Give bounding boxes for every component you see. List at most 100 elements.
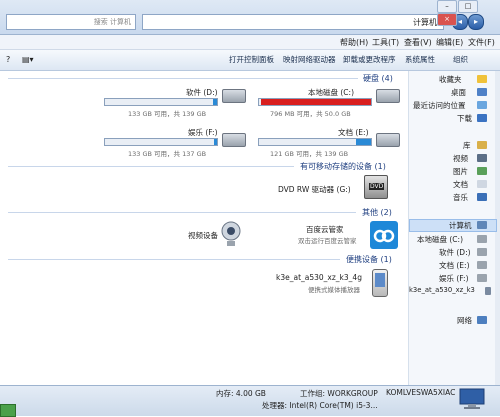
menu-help[interactable]: 帮助(H) bbox=[340, 37, 368, 48]
nav-desktop[interactable]: 桌面 bbox=[451, 87, 466, 98]
phone-icon bbox=[372, 269, 388, 297]
webcam-icon bbox=[220, 221, 242, 247]
favorites-star-icon bbox=[477, 75, 487, 83]
drive-c-icon bbox=[376, 89, 400, 103]
drive-d-usage-bar bbox=[104, 98, 218, 106]
window-controls: – □× bbox=[436, 0, 496, 26]
drive-e-usage-fill bbox=[356, 139, 371, 145]
computer-name: KOMLVESWA5XIAC bbox=[386, 388, 456, 397]
drive-e-name[interactable]: 文档 (E:) bbox=[338, 127, 369, 138]
close-icon[interactable]: × bbox=[437, 13, 457, 26]
drive-c-name[interactable]: 本地磁盘 (C:) bbox=[308, 87, 354, 98]
nav-drive-e[interactable]: 文档 (E:) bbox=[439, 260, 470, 271]
uninstall-button[interactable]: 卸载或更改程序 bbox=[340, 54, 399, 66]
drive-f-usage-fill bbox=[213, 139, 217, 145]
drive-d-usage-fill bbox=[212, 99, 217, 105]
drive-e-space: 121 GB 可用，共 139 GB bbox=[270, 150, 349, 158]
portable-device-name[interactable]: k3e_at_a530_xz_k3_4g bbox=[276, 273, 362, 282]
status-icon bbox=[0, 404, 16, 417]
nav-favorites[interactable]: 收藏夹 bbox=[439, 74, 462, 85]
nav-libraries[interactable]: 库 bbox=[463, 140, 471, 151]
drive-f-usage-bar bbox=[104, 138, 218, 146]
menu-bar: 帮助(H) 工具(T) 查看(V) 编辑(E) 文件(F) bbox=[0, 35, 500, 50]
network-icon bbox=[477, 316, 487, 324]
baidu-cloud-sub: 双击运行百度云管家 bbox=[298, 237, 357, 245]
video-device-name[interactable]: 视频设备 bbox=[188, 230, 218, 241]
desktop-icon bbox=[477, 88, 487, 96]
section-divider bbox=[8, 212, 356, 213]
nav-pictures[interactable]: 图片 bbox=[453, 166, 468, 177]
section-removable[interactable]: 有可移动存储的设备 (1) bbox=[300, 161, 386, 172]
nav-recent[interactable]: 最近访问的位置 bbox=[413, 100, 466, 111]
processor: 处理器: Intel(R) Core(TM) i5-3... bbox=[262, 401, 378, 410]
menu-tools[interactable]: 工具(T) bbox=[372, 37, 399, 48]
section-hard-disks[interactable]: 硬盘 (4) bbox=[363, 73, 393, 84]
libraries-icon bbox=[477, 141, 487, 149]
address-toolbar: 搜索 计算机 ◂ ▸ 计算机 – □× bbox=[0, 0, 500, 35]
downloads-icon bbox=[477, 114, 487, 122]
pictures-icon bbox=[477, 167, 487, 175]
details-pane: KOMLVESWA5XIAC 工作组: WORKGROUP 内存: 4.00 G… bbox=[0, 385, 500, 417]
nav-network[interactable]: 网络 bbox=[457, 315, 472, 326]
drive-e-usage-bar bbox=[258, 138, 372, 146]
nav-videos[interactable]: 视频 bbox=[453, 153, 468, 164]
search-placeholder: 搜索 计算机 bbox=[93, 18, 131, 26]
nav-documents[interactable]: 文档 bbox=[453, 179, 468, 190]
system-properties-button[interactable]: 系统属性 bbox=[402, 54, 438, 66]
baidu-cloud-name[interactable]: 百度云管家 bbox=[306, 224, 344, 235]
nav-drive-d[interactable]: 软件 (D:) bbox=[439, 247, 471, 258]
drive-d-space: 133 GB 可用，共 139 GB bbox=[128, 110, 207, 118]
workgroup: 工作组: WORKGROUP bbox=[300, 389, 378, 398]
view-options-icon[interactable]: ▤▾ bbox=[22, 55, 34, 64]
documents-icon bbox=[477, 180, 487, 188]
nav-computer[interactable]: 计算机 bbox=[449, 220, 472, 231]
section-divider bbox=[8, 78, 358, 79]
drive-icon bbox=[477, 235, 487, 243]
drive-icon bbox=[477, 274, 487, 282]
forward-arrow-icon[interactable]: ▸ bbox=[468, 14, 484, 30]
section-portable[interactable]: 便携设备 (1) bbox=[346, 254, 392, 265]
memory: 内存: 4.00 GB bbox=[216, 389, 266, 398]
dvd-drive-icon: DVD bbox=[364, 175, 388, 199]
computer-icon bbox=[477, 221, 487, 229]
drive-d-icon bbox=[222, 89, 246, 103]
drive-c-usage-fill bbox=[260, 99, 371, 105]
organize-button[interactable]: 组织 bbox=[450, 54, 471, 66]
drive-c-space: 796 MB 可用，共 50.0 GB bbox=[270, 110, 351, 118]
menu-view[interactable]: 查看(V) bbox=[404, 37, 432, 48]
drive-d-name[interactable]: 软件 (D:) bbox=[186, 87, 218, 98]
nav-downloads[interactable]: 下载 bbox=[457, 113, 472, 124]
section-divider bbox=[8, 166, 294, 167]
menu-file[interactable]: 文件(F) bbox=[468, 37, 495, 48]
menu-edit[interactable]: 编辑(E) bbox=[436, 37, 463, 48]
map-drive-button[interactable]: 映射网络驱动器 bbox=[280, 54, 339, 66]
section-other[interactable]: 其他 (2) bbox=[362, 207, 392, 218]
music-icon bbox=[477, 193, 487, 201]
command-bar: ? ▤▾ 打开控制面板 映射网络驱动器 卸载或更改程序 系统属性 组织 bbox=[0, 50, 500, 71]
control-panel-button[interactable]: 打开控制面板 bbox=[226, 54, 277, 66]
drive-icon bbox=[477, 261, 487, 269]
maximize-icon[interactable]: □ bbox=[458, 0, 478, 13]
videos-icon bbox=[477, 154, 487, 162]
breadcrumb[interactable]: 计算机 bbox=[413, 17, 437, 28]
nav-drive-f[interactable]: 娱乐 (F:) bbox=[439, 273, 469, 284]
nav-drive-c[interactable]: 本地磁盘 (C:) bbox=[417, 234, 463, 245]
phone-icon bbox=[485, 287, 491, 295]
drive-icon bbox=[477, 248, 487, 256]
drive-f-space: 133 GB 可用，共 137 GB bbox=[128, 150, 207, 158]
drive-e-icon bbox=[376, 133, 400, 147]
minimize-icon[interactable]: – bbox=[437, 0, 457, 13]
drive-f-icon bbox=[222, 133, 246, 147]
baidu-cloud-icon bbox=[370, 221, 398, 249]
help-icon[interactable]: ? bbox=[6, 55, 10, 64]
drive-f-name[interactable]: 娱乐 (F:) bbox=[188, 127, 218, 138]
nav-music[interactable]: 音乐 bbox=[453, 192, 468, 203]
dvd-drive-name[interactable]: DVD RW 驱动器 (G:) bbox=[278, 184, 351, 195]
address-bar[interactable]: 计算机 bbox=[142, 14, 444, 30]
navigation-pane: 收藏夹 桌面 最近访问的位置 下载 库 视频 图片 文档 音乐 计算机 本地磁盘… bbox=[408, 71, 500, 385]
portable-device-sub: 便携式媒体播放器 bbox=[308, 286, 360, 294]
section-divider bbox=[8, 259, 340, 260]
content-pane: 硬盘 (4) 本地磁盘 (C:) 796 MB 可用，共 50.0 GB 软件 … bbox=[8, 71, 408, 385]
nav-portable-device[interactable]: k3e_at_a530_xz_k3 bbox=[409, 286, 475, 294]
search-input[interactable]: 搜索 计算机 bbox=[6, 14, 136, 30]
